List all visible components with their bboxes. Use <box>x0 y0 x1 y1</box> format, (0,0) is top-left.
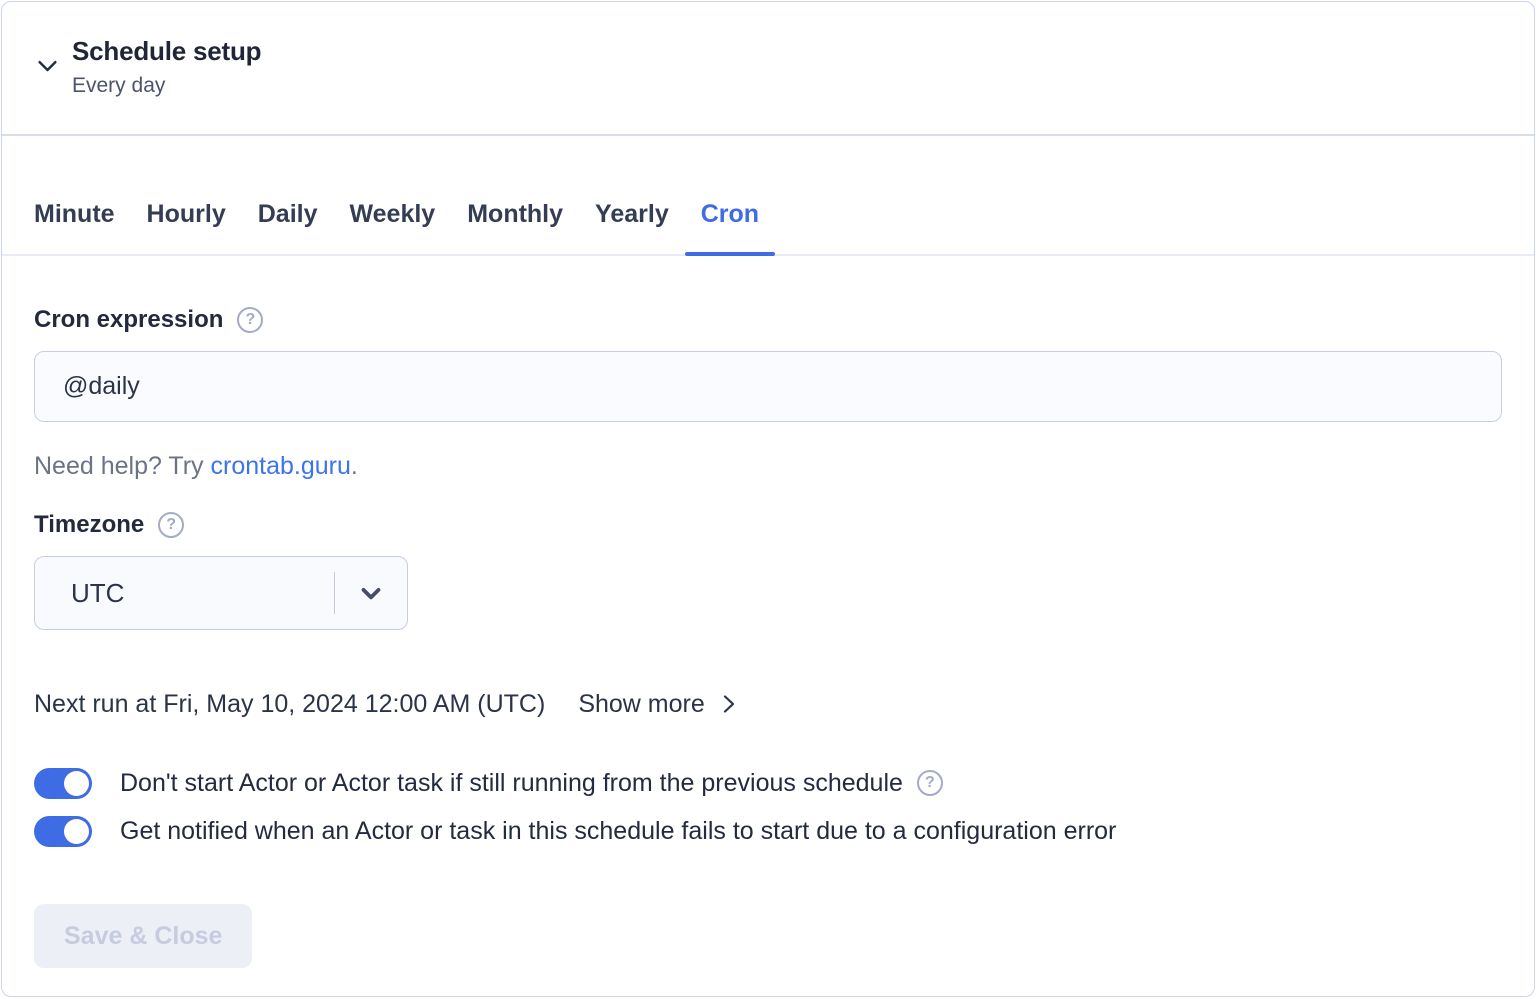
chevron-down-icon <box>335 578 407 608</box>
tab-cron[interactable]: Cron <box>685 200 775 254</box>
notify-toggle-on[interactable] <box>34 816 92 847</box>
show-more-label: Show more <box>578 688 704 720</box>
cron-tab-content: Cron expression ? Need help? Try crontab… <box>2 306 1534 968</box>
save-close-button[interactable]: Save & Close <box>34 904 252 968</box>
help-text-suffix: . <box>351 452 358 480</box>
help-icon[interactable]: ? <box>917 770 943 796</box>
tab-hourly[interactable]: Hourly <box>131 200 242 254</box>
tab-minute[interactable]: Minute <box>18 200 131 254</box>
timezone-select[interactable]: UTC <box>34 556 408 630</box>
help-icon[interactable]: ? <box>237 307 263 333</box>
tab-monthly[interactable]: Monthly <box>451 200 579 254</box>
schedule-setup-panel: Schedule setup Every day Minute Hourly D… <box>1 1 1535 997</box>
toggle-knob <box>64 819 89 844</box>
page-title: Schedule setup <box>72 36 261 66</box>
timezone-selected-value: UTC <box>35 578 334 609</box>
show-more-link[interactable]: Show more <box>578 688 739 720</box>
tab-yearly[interactable]: Yearly <box>579 200 685 254</box>
tab-weekly[interactable]: Weekly <box>334 200 452 254</box>
next-run-row: Next run at Fri, May 10, 2024 12:00 AM (… <box>34 688 1502 720</box>
toggle-row-dont-start: Don't start Actor or Actor task if still… <box>34 767 1502 799</box>
cron-expression-input[interactable] <box>34 351 1502 422</box>
dont-start-toggle-label: Don't start Actor or Actor task if still… <box>120 767 903 799</box>
header-text: Schedule setup Every day <box>72 36 261 99</box>
cron-expression-label: Cron expression <box>34 306 223 334</box>
cron-help-line: Need help? Try crontab.guru. <box>34 452 1502 481</box>
timezone-label-row: Timezone ? <box>34 511 1502 539</box>
toggle-options: Don't start Actor or Actor task if still… <box>34 767 1502 847</box>
collapse-chevron-down-icon[interactable] <box>34 52 61 84</box>
crontab-guru-link[interactable]: crontab.guru <box>211 452 351 480</box>
panel-header: Schedule setup Every day <box>2 2 1534 99</box>
cron-expression-label-row: Cron expression ? <box>34 306 1502 334</box>
toggle-label-row: Get notified when an Actor or task in th… <box>120 815 1116 847</box>
toggle-label-row: Don't start Actor or Actor task if still… <box>120 767 943 799</box>
tab-daily[interactable]: Daily <box>242 200 334 254</box>
dont-start-toggle-on[interactable] <box>34 768 92 799</box>
toggle-knob <box>64 771 89 796</box>
header-divider <box>2 134 1534 136</box>
notify-toggle-label: Get notified when an Actor or task in th… <box>120 815 1116 847</box>
chevron-right-icon <box>716 692 740 716</box>
next-run-text: Next run at Fri, May 10, 2024 12:00 AM (… <box>34 688 545 720</box>
page-subtitle: Every day <box>72 73 261 99</box>
schedule-type-tabs: Minute Hourly Daily Weekly Monthly Yearl… <box>2 200 1534 256</box>
timezone-label: Timezone <box>34 511 144 539</box>
toggle-row-notify: Get notified when an Actor or task in th… <box>34 815 1502 847</box>
help-icon[interactable]: ? <box>158 512 184 538</box>
help-text-prefix: Need help? Try <box>34 452 211 480</box>
